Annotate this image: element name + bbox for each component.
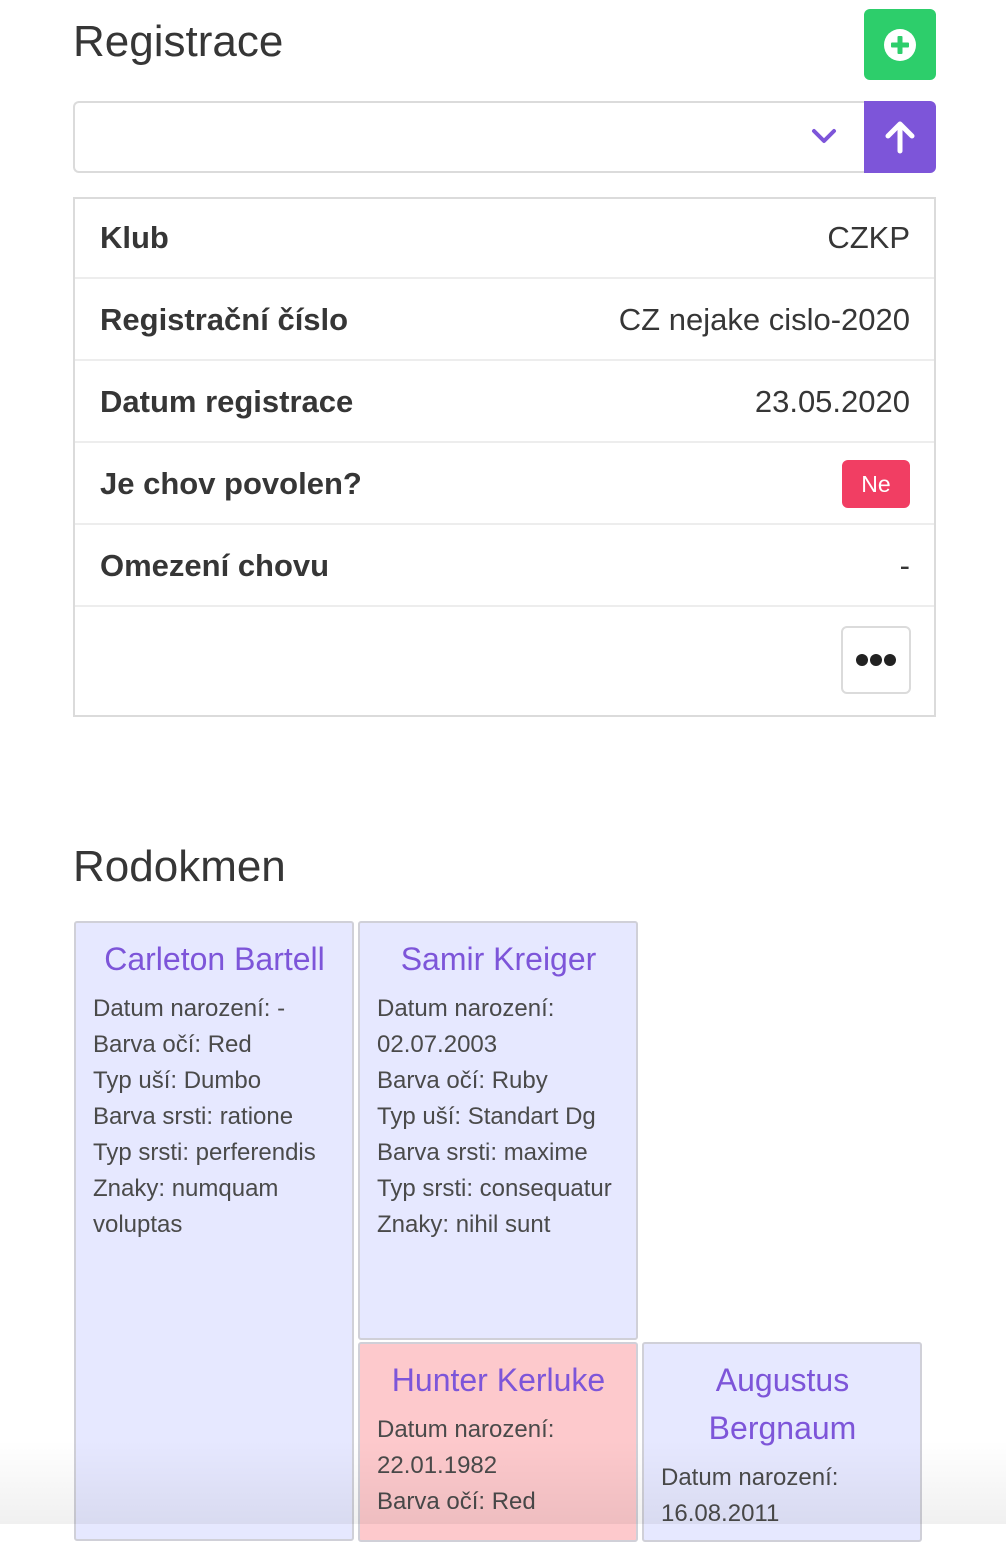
animal-detail: Barva očí: Ruby [377,1067,548,1094]
pedigree-title: Rodokmen [73,842,286,891]
animal-name-link[interactable]: Hunter Kerluke [377,1356,620,1404]
info-label: Je chov povolen? [100,466,362,501]
pedigree-card[interactable]: Samir Kreiger Datum narození: 02.07.2003… [358,921,638,1340]
animal-detail: Typ srsti: consequatur [377,1175,612,1202]
info-row-registration-date: Datum registrace 23.05.2020 [75,363,934,443]
pedigree-card[interactable]: Carleton Bartell Datum narození: - Barva… [74,921,354,1541]
chevron-down-icon [812,129,836,143]
animal-name-link[interactable]: Carleton Bartell [93,935,336,983]
info-row-registration-number: Registrační číslo CZ nejake cislo-2020 [75,281,934,361]
info-label: Omezení chovu [100,548,330,583]
animal-detail: Typ srsti: perferendis [93,1139,316,1166]
animal-detail: Datum narození: 02.07.2003 [377,995,555,1058]
animal-detail: Barva srsti: maxime [377,1139,588,1166]
animal-detail: Barva srsti: ratione [93,1103,294,1130]
info-label: Klub [100,220,169,255]
animal-detail: Barva očí: Red [377,1488,536,1515]
animal-name-link[interactable]: Samir Kreiger [377,935,620,983]
animal-detail: Datum narození: - [93,995,286,1022]
registration-info-table: Klub CZKP Registrační číslo CZ nejake ci… [73,197,936,717]
animal-detail: Znaky: numquam voluptas [93,1175,279,1238]
plus-circle-icon [884,28,916,61]
animal-detail: Typ uší: Standart Dg [377,1103,596,1130]
animal-name-link[interactable]: Augustus Bergnaum [661,1356,904,1452]
animal-detail: Znaky: nihil sunt [377,1211,551,1238]
info-row-breeding-allowed: Je chov povolen? Ne [75,445,934,525]
animal-detail: Barva očí: Red [93,1031,252,1058]
info-value: 23.05.2020 [754,384,910,419]
registration-title: Registrace [73,17,284,66]
upload-button[interactable] [864,101,936,173]
info-value: CZKP [827,220,910,255]
registration-select-row [73,101,936,173]
animal-detail: Typ uší: Dumbo [93,1067,262,1094]
info-row-breeding-restriction: Omezení chovu - [75,527,934,607]
info-label: Datum registrace [100,384,354,419]
arrow-up-icon [885,121,915,154]
status-badge: Ne [842,460,910,508]
add-registration-button[interactable] [864,9,936,80]
info-label: Registrační číslo [100,302,349,337]
more-options-button[interactable] [841,626,911,694]
animal-detail: Datum narození: 22.01.1982 [377,1416,555,1479]
pedigree-card[interactable]: Augustus Bergnaum Datum narození: 16.08.… [642,1342,922,1542]
info-value: - [899,548,910,583]
pedigree-card[interactable]: Hunter Kerluke Datum narození: 22.01.198… [358,1342,638,1542]
info-row-club: Klub CZKP [75,199,934,279]
ellipsis-icon [856,654,896,666]
animal-detail: Datum narození: 16.08.2011 [661,1464,839,1527]
registration-select[interactable] [73,101,864,173]
info-value: CZ nejake cislo-2020 [618,302,910,337]
